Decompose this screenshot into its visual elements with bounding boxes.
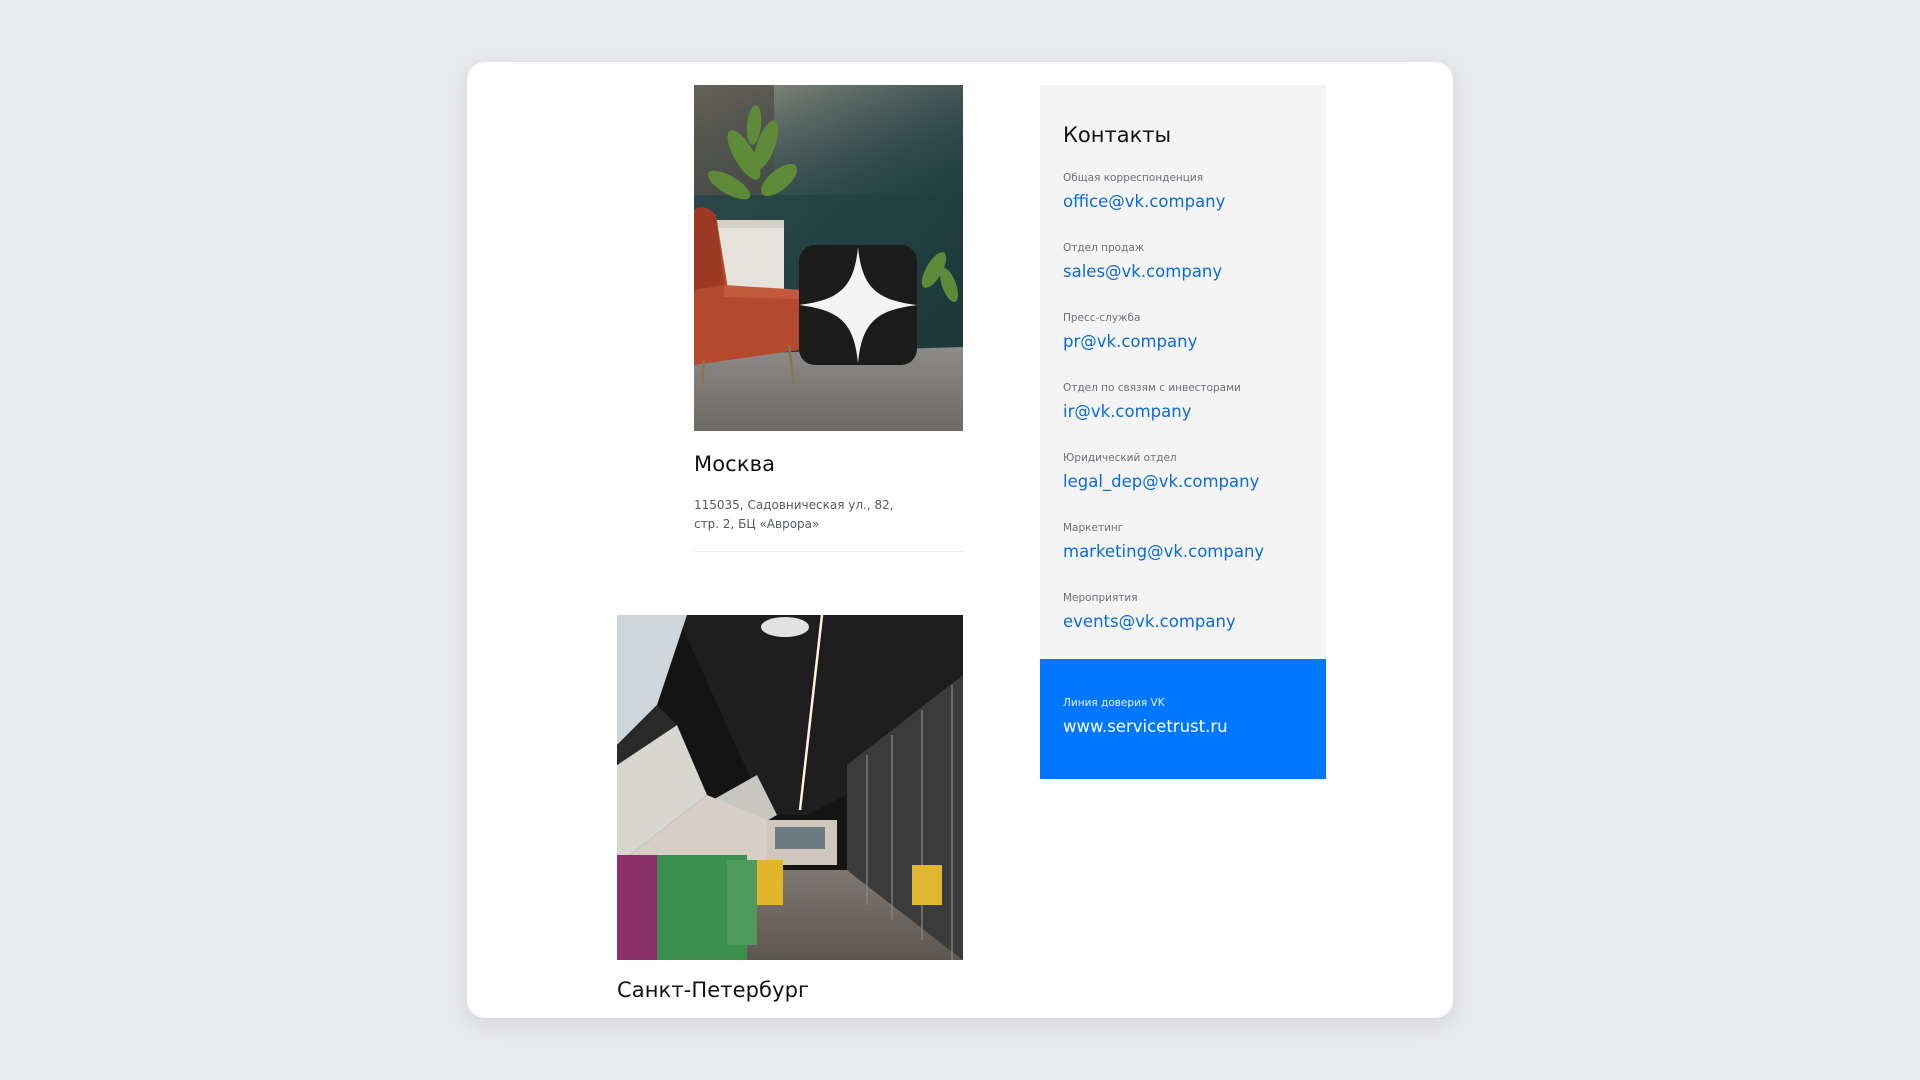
address-line-2: стр. 2, БЦ «Аврора» [694, 517, 820, 531]
email-link-ir[interactable]: ir@vk.company [1063, 401, 1241, 423]
contact-label: Юридический отдел [1063, 452, 1177, 464]
trust-line-label: Линия доверия VK [1063, 697, 1165, 709]
moscow-address: 115035, Садовническая ул., 82, стр. 2, Б… [694, 496, 924, 534]
page-window: Москва 115035, Садовническая ул., 82, ст… [467, 62, 1453, 1018]
contacts-title: Контакты [1063, 123, 1172, 147]
trust-line-box: Линия доверия VK www.servicetrust.ru [1040, 659, 1326, 779]
office-divider [694, 551, 963, 552]
contact-label: Маркетинг [1063, 522, 1124, 534]
contact-label: Общая корреспонденция [1063, 172, 1204, 184]
contact-general: Общая корреспонденция office@vk.company [1063, 171, 1225, 213]
page-content: Москва 115035, Садовническая ул., 82, ст… [467, 62, 1453, 1018]
contact-marketing: Маркетинг marketing@vk.company [1063, 521, 1264, 563]
email-link-marketing[interactable]: marketing@vk.company [1063, 541, 1264, 563]
contact-label: Отдел продаж [1063, 242, 1145, 254]
contact-label: Пресс-служба [1063, 312, 1141, 324]
spb-city-title: Санкт-Петербург [617, 978, 810, 1002]
moscow-office-photo [694, 85, 963, 431]
email-link-pr[interactable]: pr@vk.company [1063, 331, 1197, 353]
contact-label: Мероприятия [1063, 592, 1138, 604]
spb-office-photo [617, 615, 963, 960]
address-line-1: 115035, Садовническая ул., 82, [694, 498, 894, 512]
contacts-panel: Контакты Общая корреспонденция office@vk… [1040, 85, 1326, 659]
trust-line-link[interactable]: www.servicetrust.ru [1063, 717, 1228, 736]
contact-press: Пресс-служба pr@vk.company [1063, 311, 1197, 353]
contact-investors: Отдел по связям с инвесторами ir@vk.comp… [1063, 381, 1241, 423]
contact-label: Отдел по связям с инвесторами [1063, 382, 1241, 394]
email-link-events[interactable]: events@vk.company [1063, 611, 1236, 633]
contact-events: Мероприятия events@vk.company [1063, 591, 1236, 633]
contact-legal: Юридический отдел legal_dep@vk.company [1063, 451, 1259, 493]
contact-sales: Отдел продаж sales@vk.company [1063, 241, 1222, 283]
moscow-city-title: Москва [694, 452, 776, 476]
email-link-legal[interactable]: legal_dep@vk.company [1063, 471, 1259, 493]
email-link-office[interactable]: office@vk.company [1063, 191, 1225, 213]
email-link-sales[interactable]: sales@vk.company [1063, 261, 1222, 283]
